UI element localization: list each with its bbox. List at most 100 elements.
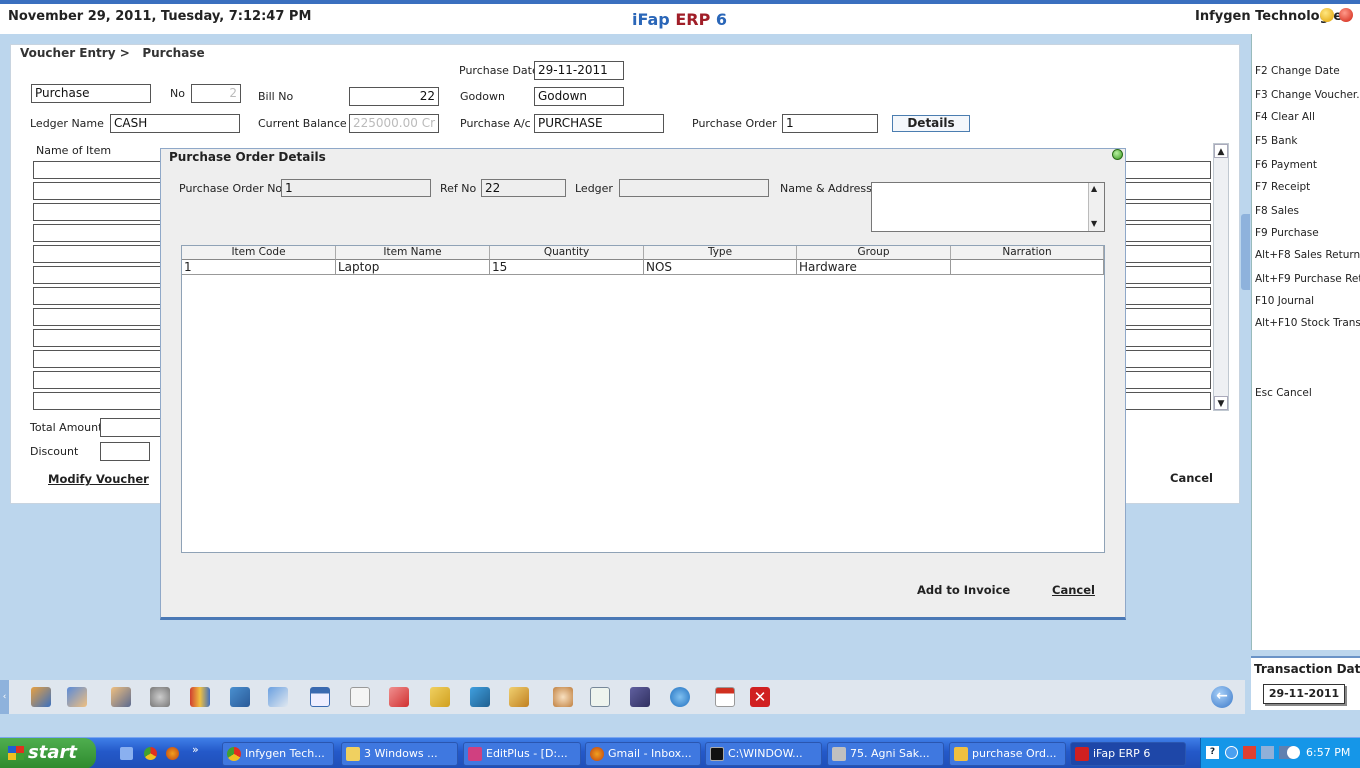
cell-type[interactable]: NOS	[644, 260, 797, 275]
close-window-icon[interactable]	[1339, 8, 1353, 22]
col-quantity[interactable]: Quantity	[490, 246, 644, 260]
chart-icon[interactable]	[389, 687, 409, 707]
transaction-date-label: Transaction Date	[1254, 662, 1360, 676]
folder-tree-icon[interactable]	[430, 687, 450, 707]
transaction-date-value[interactable]: 29-11-2011	[1263, 684, 1345, 704]
voucher-type-field[interactable]: Purchase	[31, 84, 151, 103]
textarea-scrollbar[interactable]: ▲ ▼	[1088, 183, 1104, 231]
ledger-label: Ledger	[575, 182, 613, 195]
quicklaunch-chrome-icon[interactable]	[144, 747, 157, 760]
shortcut-sales[interactable]: F8 Sales	[1255, 205, 1299, 217]
task-gmail[interactable]: Gmail - Inbox...	[585, 742, 701, 766]
task-ifap-erp[interactable]: iFap ERP 6	[1070, 742, 1186, 766]
back-arrow-icon[interactable]: ←	[1211, 686, 1233, 708]
no-label: No	[170, 87, 185, 100]
details-button[interactable]: Details	[892, 115, 970, 132]
ledger-name-field[interactable]: CASH	[110, 114, 240, 133]
app-title: iFap ERP 6	[632, 10, 727, 29]
task-infygen[interactable]: Infygen Tech...	[222, 742, 334, 766]
shortcut-panel: F2 Change Date F3 Change Voucher... F4 C…	[1251, 34, 1360, 650]
gear-icon[interactable]	[670, 687, 690, 707]
minimize-icon[interactable]	[1320, 8, 1334, 22]
item-grid-scrollbar[interactable]: ▲ ▼	[1213, 143, 1229, 411]
network-tray-icon[interactable]	[1261, 746, 1274, 759]
help-icon[interactable]: ?	[1206, 746, 1219, 759]
shortcut-journal[interactable]: F10 Journal	[1255, 295, 1314, 307]
calculator-icon[interactable]	[590, 687, 610, 707]
task-cmd[interactable]: C:\WINDOW...	[705, 742, 822, 766]
col-item-name[interactable]: Item Name	[336, 246, 490, 260]
cell-item-code[interactable]: 1	[182, 260, 336, 275]
shortcut-change-date[interactable]: F2 Change Date	[1255, 65, 1340, 77]
po-no-field[interactable]: 1	[281, 179, 431, 197]
dialog-cancel-button[interactable]: Cancel	[1052, 583, 1095, 597]
tray-app-icon[interactable]	[1243, 746, 1256, 759]
name-address-textarea[interactable]: ▲ ▼	[871, 182, 1105, 232]
settings-gears-icon[interactable]	[150, 687, 170, 707]
task-agni[interactable]: 75. Agni Sak...	[827, 742, 944, 766]
shortcut-bank[interactable]: F5 Bank	[1255, 135, 1297, 147]
voucher-no-field[interactable]: 2	[191, 84, 241, 103]
shortcut-sales-return[interactable]: Alt+F8 Sales Return	[1255, 249, 1360, 261]
shortcut-esc-cancel[interactable]: Esc Cancel	[1255, 387, 1312, 399]
quicklaunch-desktop-icon[interactable]	[120, 747, 133, 760]
toolbar-scroll-left-icon[interactable]: ‹	[0, 680, 9, 714]
user-icon[interactable]	[67, 687, 87, 707]
books-icon[interactable]	[190, 687, 210, 707]
shortcut-stock-transfer[interactable]: Alt+F10 Stock Trans	[1255, 317, 1360, 329]
scroll-down-icon[interactable]: ▼	[1214, 396, 1228, 410]
col-item-code[interactable]: Item Code	[182, 246, 336, 260]
textarea-scroll-down-icon[interactable]: ▼	[1091, 219, 1097, 228]
close-icon[interactable]: ✕	[750, 687, 770, 707]
tray-arrow-icon[interactable]	[1225, 746, 1238, 759]
col-group[interactable]: Group	[797, 246, 951, 260]
col-narration[interactable]: Narration	[951, 246, 1104, 260]
taskbar-clock[interactable]: 6:57 PM	[1306, 746, 1350, 759]
task-editplus[interactable]: EditPlus - [D:...	[463, 742, 581, 766]
package-icon[interactable]	[509, 687, 529, 707]
quicklaunch-more-icon[interactable]: »	[192, 743, 199, 756]
shortcut-payment[interactable]: F6 Payment	[1255, 159, 1317, 171]
godown-field[interactable]: Godown	[534, 87, 624, 106]
transfer-icon[interactable]	[268, 687, 288, 707]
shortcut-purchase-return[interactable]: Alt+F9 Purchase Ret	[1255, 273, 1360, 285]
network-icon[interactable]	[470, 687, 490, 707]
task-windows-explorer[interactable]: 3 Windows ...	[341, 742, 458, 766]
shortcut-purchase[interactable]: F9 Purchase	[1255, 227, 1319, 239]
ref-no-field[interactable]: 22	[481, 179, 566, 197]
voucher-cancel-button[interactable]: Cancel	[1170, 471, 1213, 485]
ledger-field[interactable]	[619, 179, 769, 197]
shortcut-receipt[interactable]: F7 Receipt	[1255, 181, 1310, 193]
shortcut-change-voucher[interactable]: F3 Change Voucher...	[1255, 89, 1360, 101]
modify-voucher-button[interactable]: Modify Voucher	[48, 472, 149, 486]
cart-icon[interactable]	[230, 687, 250, 707]
start-label: start	[28, 742, 77, 763]
document-icon[interactable]	[350, 687, 370, 707]
col-type[interactable]: Type	[644, 246, 797, 260]
purchase-order-field[interactable]: 1	[782, 114, 878, 133]
discount-field[interactable]	[100, 442, 150, 461]
task-purchase-order[interactable]: purchase Ord...	[949, 742, 1066, 766]
purchase-ac-field[interactable]: PURCHASE	[534, 114, 664, 133]
save-icon[interactable]	[630, 687, 650, 707]
bill-no-field[interactable]: 22	[349, 87, 439, 106]
support-icon[interactable]	[553, 687, 573, 707]
chat-tray-icon[interactable]	[1287, 746, 1300, 759]
panel-collapse-handle[interactable]	[1241, 214, 1250, 290]
window-icon[interactable]	[310, 687, 330, 707]
cell-quantity[interactable]: 15	[490, 260, 644, 275]
cmd-icon	[710, 747, 724, 761]
quicklaunch-firefox-icon[interactable]	[166, 747, 179, 760]
purchase-date-field[interactable]: 29-11-2011	[534, 61, 624, 80]
textarea-scroll-up-icon[interactable]: ▲	[1091, 184, 1097, 193]
calendar-icon[interactable]	[715, 687, 735, 707]
cell-item-name[interactable]: Laptop	[336, 260, 490, 275]
scroll-up-icon[interactable]: ▲	[1214, 144, 1228, 158]
cell-narration[interactable]	[951, 260, 1104, 275]
cell-group[interactable]: Hardware	[797, 260, 951, 275]
shortcut-clear-all[interactable]: F4 Clear All	[1255, 111, 1315, 123]
add-to-invoice-button[interactable]: Add to Invoice	[917, 583, 1010, 597]
accounts-icon[interactable]	[31, 687, 51, 707]
breadcrumb-section[interactable]: Voucher Entry >	[20, 46, 130, 60]
users-icon[interactable]	[111, 687, 131, 707]
